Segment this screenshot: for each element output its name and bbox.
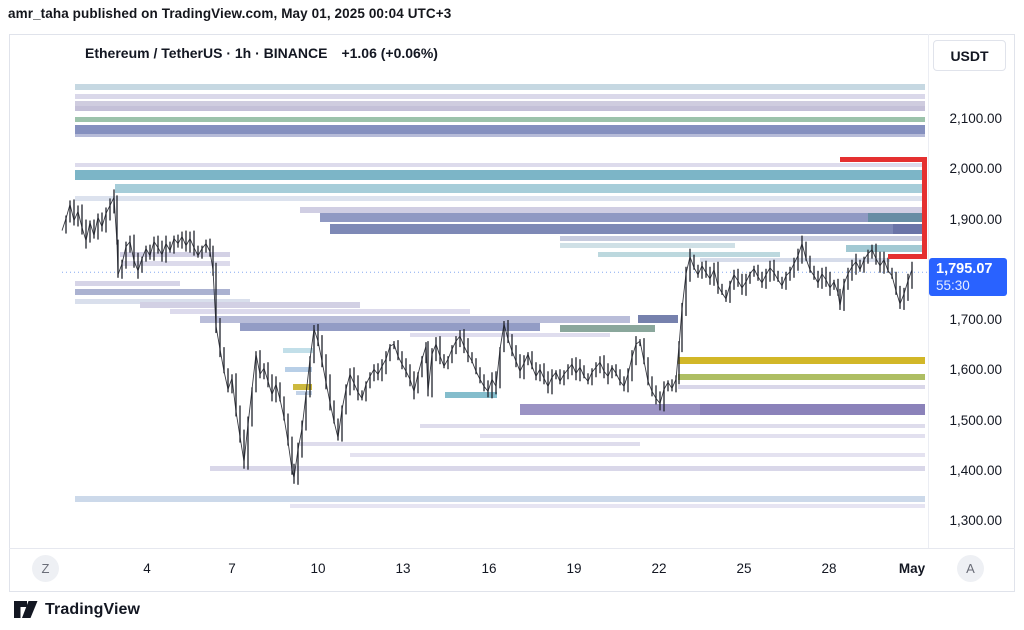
bar-countdown: 55:30 — [936, 278, 1007, 294]
chart-legend: Ethereum / TetherUS · 1h · BINANCE +1.06 … — [85, 45, 438, 61]
price-tick-1900: 1,900.00 — [928, 212, 1002, 227]
time-tick-25: 25 — [722, 561, 766, 576]
symbol-title[interactable]: Ethereum / TetherUS · 1h · BINANCE — [85, 45, 327, 61]
timezone-button[interactable]: Z — [32, 555, 59, 582]
price-tick-2000: 2,000.00 — [928, 161, 1002, 176]
currency-toggle-button[interactable]: USDT — [933, 40, 1006, 71]
time-tick-may: May — [890, 561, 934, 576]
page: amr_taha published on TradingView.com, M… — [0, 0, 1024, 630]
price-chart-canvas[interactable] — [0, 0, 1024, 630]
time-tick-22: 22 — [637, 561, 681, 576]
price-tick-1700: 1,700.00 — [928, 312, 1002, 327]
price-tick-1400: 1,400.00 — [928, 463, 1002, 478]
time-tick-13: 13 — [381, 561, 425, 576]
time-axis[interactable]: Z A 4 7 10 13 16 19 22 25 28 May — [9, 548, 1015, 591]
auto-scale-button[interactable]: A — [957, 555, 984, 582]
time-tick-28: 28 — [807, 561, 851, 576]
last-price-label: 1,795.07 55:30 — [929, 258, 1007, 296]
tradingview-logo-text[interactable]: TradingView — [45, 601, 140, 619]
time-tick-16: 16 — [467, 561, 511, 576]
price-change-text: +1.06 (+0.06%) — [341, 45, 438, 61]
time-tick-10: 10 — [296, 561, 340, 576]
last-price-value: 1,795.07 — [936, 260, 1007, 278]
time-tick-19: 19 — [552, 561, 596, 576]
price-tick-1300: 1,300.00 — [928, 513, 1002, 528]
price-tick-1500: 1,500.00 — [928, 413, 1002, 428]
volume-profile-bands — [75, 84, 925, 508]
tradingview-logo-icon[interactable] — [14, 599, 38, 620]
price-tick-1600: 1,600.00 — [928, 362, 1002, 377]
time-tick-4: 4 — [125, 561, 169, 576]
footer: TradingView — [14, 599, 140, 620]
plot-area — [62, 84, 928, 508]
time-tick-7: 7 — [210, 561, 254, 576]
price-tick-2100: 2,100.00 — [928, 111, 1002, 126]
